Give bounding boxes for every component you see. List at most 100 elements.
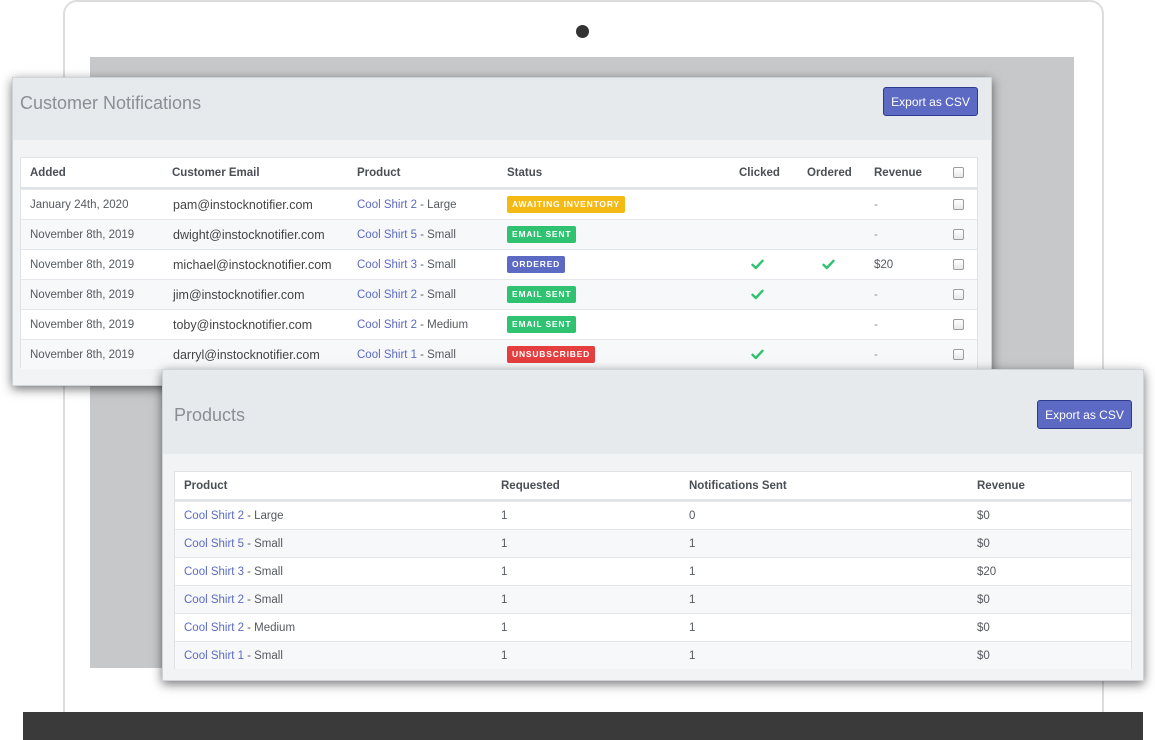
product-row: Cool Shirt 5- Small 1 1 $0 <box>175 529 1131 557</box>
product-cell: Cool Shirt 2- Medium <box>357 310 468 339</box>
products-title: Products <box>174 405 246 425</box>
requested-count: 1 <box>501 621 508 634</box>
customer-email: michael@instocknotifier.com <box>173 257 332 272</box>
product-row: Cool Shirt 2- Large 1 0 $0 <box>175 501 1131 529</box>
column-header-revenue[interactable]: Revenue <box>874 158 922 187</box>
product-row: Cool Shirt 3- Small 1 1 $20 <box>175 557 1131 585</box>
status-cell: EMAIL SENT <box>507 220 577 249</box>
row-checkbox[interactable] <box>953 259 964 270</box>
products-table-header: Product Requested Notifications Sent Rev… <box>175 472 1131 501</box>
row-checkbox[interactable] <box>953 229 964 240</box>
revenue-value: - <box>874 318 878 331</box>
product-link[interactable]: Cool Shirt 1 <box>184 650 244 662</box>
added-date: November 8th, 2019 <box>30 318 135 331</box>
check-icon <box>751 289 764 300</box>
product-cell: Cool Shirt 2- Large <box>357 190 457 219</box>
notifications-title: Customer Notifications <box>20 93 202 113</box>
product-variant: - Medium <box>247 621 296 634</box>
products-export-csv-button[interactable]: Export as CSV <box>1037 400 1132 429</box>
row-checkbox[interactable] <box>953 319 964 330</box>
notification-row: January 24th, 2020 pam@instocknotifier.co… <box>21 189 977 219</box>
row-checkbox-cell <box>953 250 964 279</box>
notifications-sent-count: 1 <box>689 565 696 578</box>
column-header-revenue[interactable]: Revenue <box>977 472 1025 499</box>
column-header-requested[interactable]: Requested <box>501 472 560 499</box>
row-checkbox[interactable] <box>953 349 964 360</box>
product-row: Cool Shirt 2- Medium 1 1 $0 <box>175 613 1131 641</box>
product-cell: Cool Shirt 5- Small <box>184 530 283 557</box>
status-badge: EMAIL SENT <box>507 226 577 243</box>
row-checkbox-cell <box>953 280 964 309</box>
check-icon <box>751 259 764 270</box>
added-date: November 8th, 2019 <box>30 258 135 271</box>
status-badge: UNSUBSCRIBED <box>507 346 596 363</box>
notifications-export-csv-button[interactable]: Export as CSV <box>883 87 978 116</box>
column-header-ordered[interactable]: Ordered <box>807 158 852 187</box>
camera-icon <box>576 25 589 38</box>
product-variant: - Small <box>420 258 456 271</box>
product-link[interactable]: Cool Shirt 2 <box>184 622 244 634</box>
column-header-clicked[interactable]: Clicked <box>739 158 780 187</box>
notifications-sent-count: 1 <box>689 593 696 606</box>
clicked-cell <box>751 340 764 369</box>
product-link[interactable]: Cool Shirt 5 <box>184 538 244 550</box>
row-checkbox-cell <box>953 340 964 369</box>
notification-row: November 8th, 2019 dwight@instocknotifier… <box>21 219 977 249</box>
ordered-cell <box>822 250 835 279</box>
product-variant: - Small <box>247 565 283 578</box>
customer-email: toby@instocknotifier.com <box>173 317 313 332</box>
product-link[interactable]: Cool Shirt 3 <box>357 259 417 271</box>
added-date: November 8th, 2019 <box>30 348 135 361</box>
column-header-product[interactable]: Product <box>184 472 227 499</box>
notification-row: November 8th, 2019 jim@instocknotifier.co… <box>21 279 977 309</box>
added-date: November 8th, 2019 <box>30 228 135 241</box>
column-header-added[interactable]: Added <box>30 158 66 187</box>
product-link[interactable]: Cool Shirt 5 <box>357 229 417 241</box>
product-variant: - Small <box>420 348 456 361</box>
row-checkbox[interactable] <box>953 289 964 300</box>
product-link[interactable]: Cool Shirt 2 <box>184 510 244 522</box>
product-variant: - Small <box>247 593 283 606</box>
products-body: Product Requested Notifications Sent Rev… <box>163 454 1143 680</box>
revenue-value: $20 <box>874 258 894 271</box>
notifications-sent-count: 0 <box>689 509 696 522</box>
product-link[interactable]: Cool Shirt 2 <box>184 594 244 606</box>
product-variant: - Small <box>420 228 456 241</box>
select-all-checkbox[interactable] <box>953 167 964 178</box>
product-variant: - Large <box>247 509 284 522</box>
requested-count: 1 <box>501 509 508 522</box>
product-cell: Cool Shirt 3- Small <box>357 250 456 279</box>
status-badge: EMAIL SENT <box>507 286 577 303</box>
status-cell: AWAITING INVENTORY <box>507 190 625 219</box>
product-variant: - Small <box>247 649 283 662</box>
product-link[interactable]: Cool Shirt 2 <box>357 319 417 331</box>
product-variant: - Small <box>420 288 456 301</box>
revenue-value: - <box>874 288 878 301</box>
product-cell: Cool Shirt 2- Large <box>184 502 284 529</box>
row-checkbox-cell <box>953 310 964 339</box>
column-header-product[interactable]: Product <box>357 158 400 187</box>
product-link[interactable]: Cool Shirt 2 <box>357 199 417 211</box>
select-all-checkbox-cell <box>953 158 964 187</box>
customer-email: jim@instocknotifier.com <box>173 287 305 302</box>
revenue-value: - <box>874 228 878 241</box>
revenue-value: $0 <box>977 649 990 662</box>
products-header: Products Export as CSV <box>163 370 1143 454</box>
products-table: Product Requested Notifications Sent Rev… <box>174 471 1132 669</box>
column-header-status[interactable]: Status <box>507 158 542 187</box>
product-link[interactable]: Cool Shirt 3 <box>184 566 244 578</box>
revenue-value: $20 <box>977 565 997 578</box>
status-cell: ORDERED <box>507 250 566 279</box>
product-link[interactable]: Cool Shirt 1 <box>357 349 417 361</box>
product-link[interactable]: Cool Shirt 2 <box>357 289 417 301</box>
clicked-cell <box>751 250 764 279</box>
revenue-value: $0 <box>977 509 990 522</box>
column-header-notifications-sent[interactable]: Notifications Sent <box>689 472 787 499</box>
customer-email: dwight@instocknotifier.com <box>173 227 325 242</box>
revenue-value: - <box>874 348 878 361</box>
row-checkbox[interactable] <box>953 199 964 210</box>
notifications-sent-count: 1 <box>689 537 696 550</box>
column-header-email[interactable]: Customer Email <box>172 158 260 187</box>
status-badge: ORDERED <box>507 256 566 273</box>
revenue-value: $0 <box>977 593 990 606</box>
